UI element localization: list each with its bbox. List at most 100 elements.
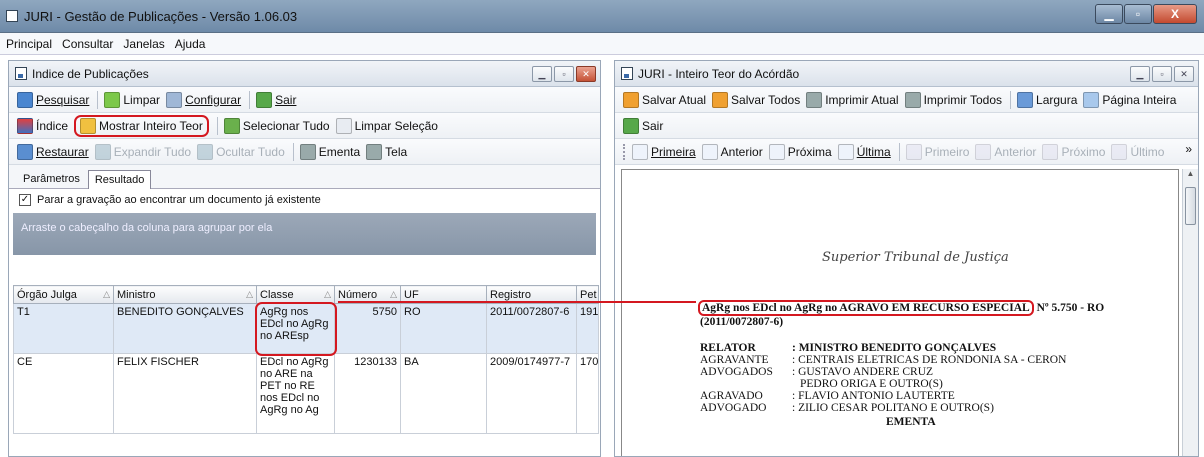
largura-button[interactable]: Largura xyxy=(1017,91,1077,108)
sair-button[interactable]: Sair xyxy=(256,91,296,108)
prev-page-icon xyxy=(701,143,718,160)
cell-numero: 5750 xyxy=(334,303,401,354)
doc-heading: AgRg nos EDcl no AgRg no AGRAVO EM RECUR… xyxy=(698,300,1104,316)
pagina-inteira-button[interactable]: Página Inteira xyxy=(1083,91,1176,108)
ementa-button[interactable]: Ementa xyxy=(299,143,360,160)
salvar-atual-button[interactable]: Salvar Atual xyxy=(623,91,706,108)
scroll-up-icon[interactable]: ▲ xyxy=(1183,169,1198,183)
cell-orgao: CE xyxy=(13,353,114,434)
app-title: JURI - Gestão de Publicações - Versão 1.… xyxy=(24,8,298,24)
prev-doc-icon xyxy=(975,143,992,160)
doc-value-agravado: : FLAVIO ANTONIO LAUTERTE xyxy=(792,390,955,402)
configurar-button[interactable]: Configurar xyxy=(166,91,241,108)
indice-window-titlebar: Indice de Publicações ▁ ▫ ✕ xyxy=(9,61,600,87)
ocultar-tudo-button[interactable]: Ocultar Tudo xyxy=(197,143,285,160)
menu-consultar[interactable]: Consultar xyxy=(62,37,113,51)
menu-bar: Principal Consultar Janelas Ajuda xyxy=(0,33,1204,55)
restaurar-button[interactable]: Restaurar xyxy=(17,143,89,160)
panel-restore-button[interactable]: ▫ xyxy=(554,66,574,82)
expandir-tudo-button[interactable]: Expandir Tudo xyxy=(94,143,191,160)
sair-doc-button[interactable]: Sair xyxy=(623,117,663,134)
cell-numero: 1230133 xyxy=(334,353,401,434)
cell-uf: RO xyxy=(400,303,487,354)
select-all-icon xyxy=(223,117,240,134)
limpar-selecao-button[interactable]: Limpar Seleção xyxy=(335,117,438,134)
anterior-button[interactable]: Anterior xyxy=(701,143,763,160)
cell-classe: AgRg nos EDcl no AgRg no AREsp xyxy=(254,301,337,356)
right-toolbar-1: Salvar Atual Salvar Todos Imprimir Atual… xyxy=(615,87,1198,113)
collapse-icon xyxy=(197,143,214,160)
imprimir-todos-button[interactable]: Imprimir Todos xyxy=(904,91,1002,108)
doc-label-agravante: AGRAVANTE xyxy=(700,354,769,366)
selecionar-tudo-button[interactable]: Selecionar Tudo xyxy=(223,117,330,134)
col-header-orgao[interactable]: Órgão Julga △ xyxy=(13,285,114,304)
doc-registro: (2011/0072807-6) xyxy=(700,316,784,328)
pesquisar-button[interactable]: Pesquisar xyxy=(17,91,89,108)
annotation-connector-line xyxy=(338,301,696,303)
doc-ementa: EMENTA xyxy=(886,416,936,428)
tela-button[interactable]: Tela xyxy=(366,143,407,160)
tab-resultado[interactable]: Resultado xyxy=(87,170,152,189)
court-seal-text: Superior Tribunal de Justiça xyxy=(822,250,1009,265)
pdf-icon xyxy=(623,91,639,108)
cell-ministro: BENEDITO GONÇALVES xyxy=(113,303,257,354)
doc-label-relator: RELATOR xyxy=(700,342,756,354)
fit-width-icon xyxy=(1017,91,1034,108)
close-button[interactable]: X xyxy=(1153,4,1197,24)
scroll-thumb[interactable] xyxy=(1185,187,1196,225)
panel-close-button[interactable]: ✕ xyxy=(576,66,596,82)
printer-icon xyxy=(904,91,921,108)
panel-restore-button[interactable]: ▫ xyxy=(1152,66,1172,82)
ultimo-doc-button[interactable]: Último xyxy=(1111,143,1164,160)
mostrar-inteiro-teor-button[interactable]: Mostrar Inteiro Teor xyxy=(74,114,209,137)
indice-publicacoes-window: Indice de Publicações ▁ ▫ ✕ Pesquisar Li… xyxy=(8,60,601,457)
panel-close-button[interactable]: ✕ xyxy=(1174,66,1194,82)
anterior-doc-button[interactable]: Anterior xyxy=(975,143,1036,160)
ultima-button[interactable]: Última xyxy=(837,143,891,160)
broom-icon xyxy=(104,91,121,108)
right-toolbar-2: Sair xyxy=(615,113,1198,139)
group-by-area[interactable]: Arraste o cabeçalho da coluna para agrup… xyxy=(13,213,596,255)
expand-icon xyxy=(94,143,111,160)
toolbar-overflow-chevron[interactable]: » xyxy=(1185,142,1192,156)
window-controls: ▁ ▫ X xyxy=(1094,4,1197,26)
doc-label-agravado: AGRAVADO xyxy=(700,390,763,402)
limpar-button[interactable]: Limpar xyxy=(104,91,160,108)
cell-orgao: T1 xyxy=(13,303,114,354)
cell-registro: 2009/0174977-7 xyxy=(486,353,577,434)
menu-ajuda[interactable]: Ajuda xyxy=(175,37,206,51)
left-toolbar-3: Restaurar Expandir Tudo Ocultar Tudo Eme… xyxy=(9,139,600,165)
restore-icon xyxy=(17,143,33,160)
indice-button[interactable]: Índice xyxy=(17,117,68,134)
minimize-button[interactable]: ▁ xyxy=(1095,4,1123,24)
panel-minimize-button[interactable]: ▁ xyxy=(1130,66,1150,82)
clear-selection-icon xyxy=(335,117,352,134)
cell-pet: 170 xyxy=(576,353,599,434)
printer-icon xyxy=(299,143,316,160)
last-page-icon xyxy=(837,143,854,160)
doc-scrollbar[interactable]: ▲ xyxy=(1182,169,1198,456)
document-viewer[interactable]: Superior Tribunal de Justiça AgRg nos ED… xyxy=(621,169,1179,456)
menu-janelas[interactable]: Janelas xyxy=(123,37,164,51)
maximize-button[interactable]: ▫ xyxy=(1124,4,1152,24)
imprimir-atual-button[interactable]: Imprimir Atual xyxy=(806,91,899,108)
table-row[interactable]: T1 BENEDITO GONÇALVES AgRg nos EDcl no A… xyxy=(13,301,599,356)
doc-label-advogados: ADVOGADOS xyxy=(700,366,773,378)
primeiro-doc-button[interactable]: Primeiro xyxy=(905,143,969,160)
cell-ministro: FELIX FISCHER xyxy=(113,353,257,434)
stop-recording-checkbox[interactable]: ✓ Parar a gravação ao encontrar um docum… xyxy=(9,189,600,211)
menu-principal[interactable]: Principal xyxy=(6,37,52,51)
col-header-classe[interactable]: Classe △ xyxy=(256,285,335,304)
proxima-button[interactable]: Próxima xyxy=(768,143,832,160)
fit-page-icon xyxy=(1083,91,1100,108)
col-header-ministro[interactable]: Ministro △ xyxy=(113,285,257,304)
next-page-icon xyxy=(768,143,785,160)
last-doc-icon xyxy=(1111,143,1128,160)
cell-classe: EDcl no AgRg no ARE na PET no RE nos EDc… xyxy=(256,353,335,434)
primeira-button[interactable]: Primeira xyxy=(632,143,696,160)
salvar-todos-button[interactable]: Salvar Todos xyxy=(712,91,800,108)
tab-parametros[interactable]: Parâmetros xyxy=(17,170,86,188)
proximo-doc-button[interactable]: Próximo xyxy=(1042,143,1105,160)
panel-minimize-button[interactable]: ▁ xyxy=(532,66,552,82)
table-row[interactable]: CE FELIX FISCHER EDcl no AgRg no ARE na … xyxy=(13,353,599,434)
